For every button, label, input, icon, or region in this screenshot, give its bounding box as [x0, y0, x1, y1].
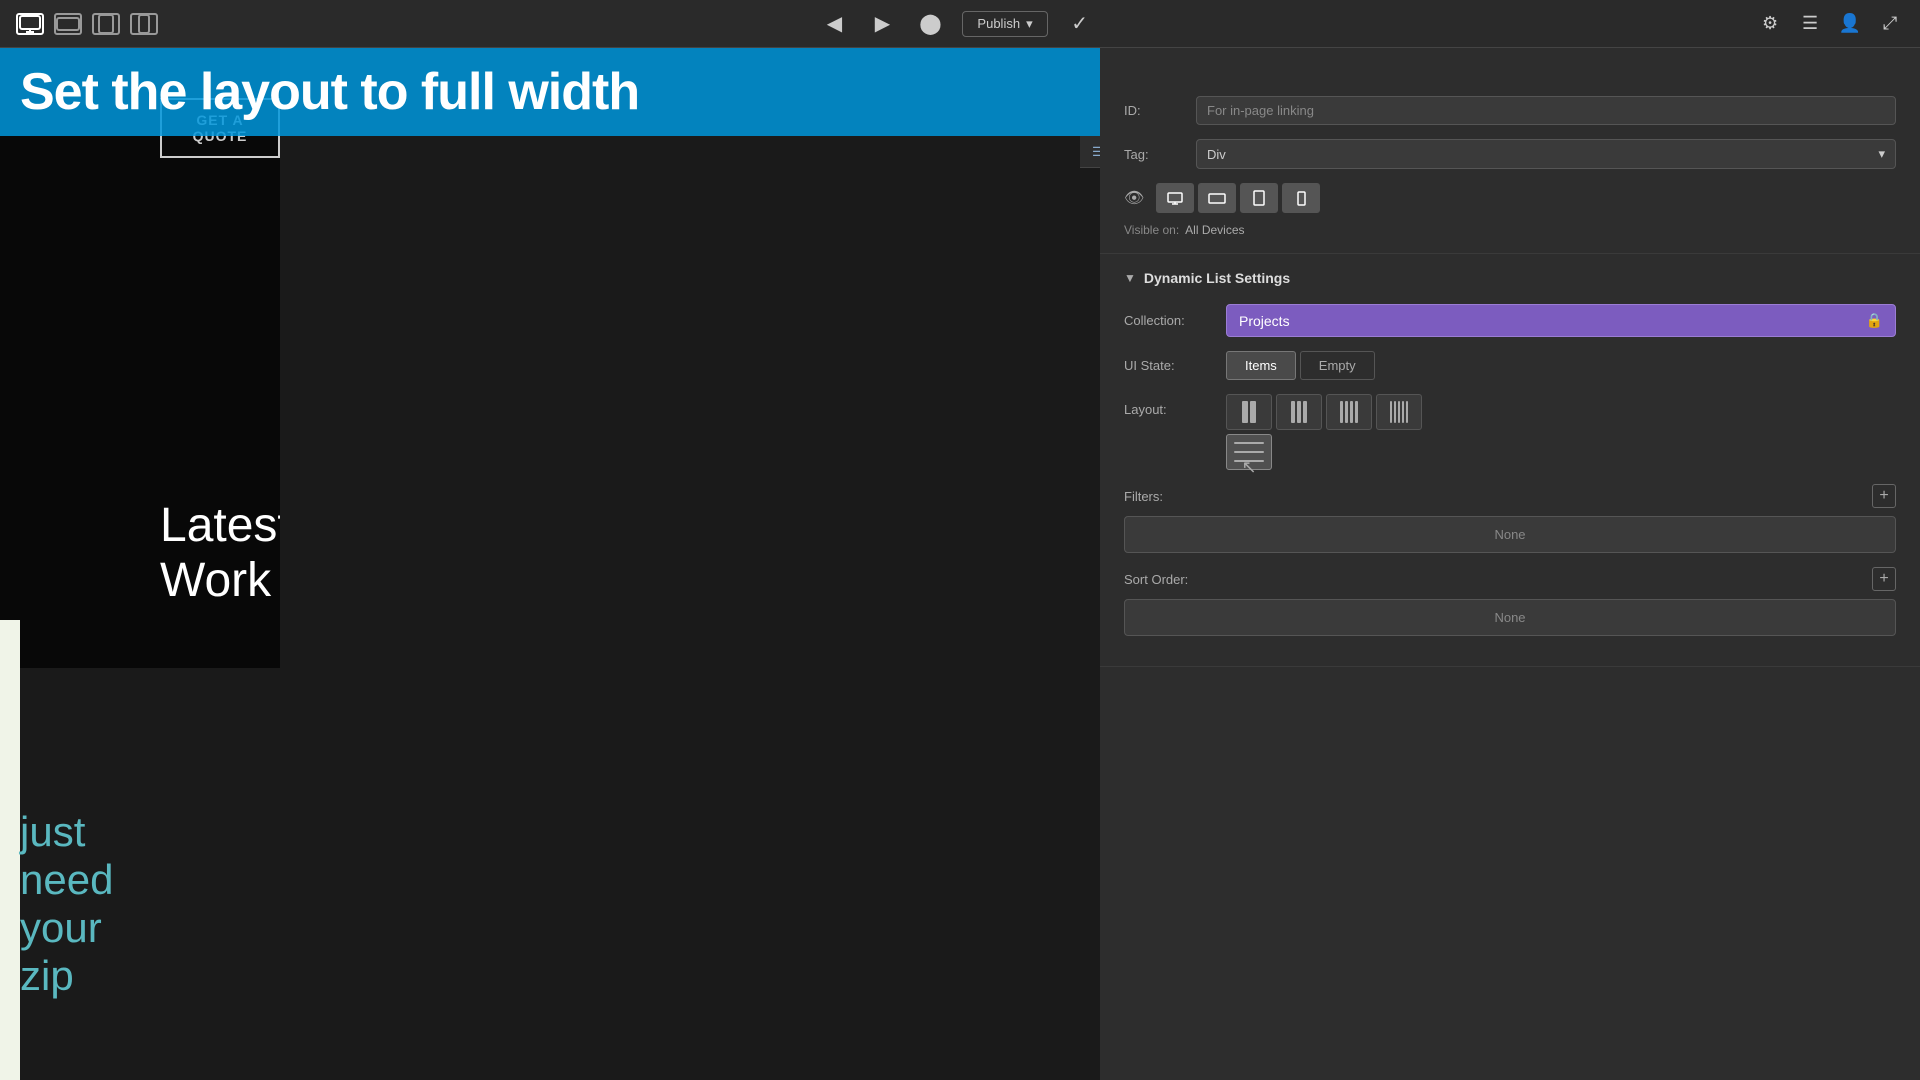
visibility-tablet-landscape-btn[interactable]: [1198, 183, 1236, 213]
main-area: Set the layout to full width GET A QUOTE…: [0, 48, 1920, 1080]
id-input[interactable]: [1196, 96, 1896, 125]
ui-state-items-button[interactable]: Items: [1226, 351, 1296, 380]
breadcrumb-bar: ☰ Dynamic List Wrapper Settings: [1080, 136, 1100, 168]
visibility-desktop-btn[interactable]: [1156, 183, 1194, 213]
breadcrumb-icon: ☰: [1092, 144, 1100, 160]
section-header: ▼ Dynamic List Settings: [1124, 270, 1896, 286]
canvas-content: GET A QUOTE Latest Work just need your z…: [0, 48, 280, 1080]
tag-label: Tag:: [1124, 147, 1184, 162]
eye-icon[interactable]: 👁: [1124, 188, 1144, 208]
visible-on-label: Visible on:: [1124, 223, 1179, 237]
right-panel: ID: Tag: Div ▾ 👁: [1100, 48, 1920, 1080]
layout-rows-button-wrapper: ↖: [1226, 434, 1272, 470]
filters-label: Filters:: [1124, 489, 1163, 504]
expand-icon[interactable]: ⤢: [1876, 10, 1904, 38]
sort-label: Sort Order:: [1124, 572, 1188, 587]
layout-5col-button[interactable]: [1376, 394, 1422, 430]
layout-top-buttons: [1226, 394, 1422, 430]
ui-state-buttons: Items Empty: [1226, 351, 1375, 380]
filters-header: Filters: +: [1124, 484, 1896, 508]
layout-rows-button[interactable]: [1226, 434, 1272, 470]
latest-work-text: Latest Work: [160, 498, 280, 608]
device-desktop-icon[interactable]: [16, 13, 44, 35]
panel-id-tag-section: ID: Tag: Div ▾ 👁: [1100, 80, 1920, 254]
layout-3col-button[interactable]: [1276, 394, 1322, 430]
visible-on-value: All Devices: [1185, 223, 1244, 237]
overlay-banner-text: Set the layout to full width: [20, 62, 639, 122]
visibility-mobile-btn[interactable]: [1282, 183, 1320, 213]
collection-label: Collection:: [1124, 313, 1214, 328]
visibility-row: 👁: [1124, 183, 1896, 213]
device-tablet-landscape-icon[interactable]: [54, 13, 82, 35]
ui-state-label: UI State:: [1124, 358, 1214, 373]
id-label: ID:: [1124, 103, 1184, 118]
collection-lock-icon: 🔒: [1866, 312, 1883, 329]
preview-button[interactable]: ⬤: [914, 8, 946, 40]
sort-row: Sort Order: + None: [1124, 567, 1896, 636]
collection-select[interactable]: Projects 🔒: [1226, 304, 1896, 337]
ui-state-row: UI State: Items Empty: [1124, 351, 1896, 380]
filters-none-text: None: [1494, 527, 1525, 542]
device-tablet-portrait-icon[interactable]: [92, 13, 120, 35]
sort-add-button[interactable]: +: [1872, 567, 1896, 591]
tag-arrow-icon: ▾: [1878, 146, 1885, 162]
zip-text: just need your zip: [20, 808, 113, 1000]
canvas-area: Set the layout to full width GET A QUOTE…: [0, 48, 1100, 1080]
publish-button[interactable]: Publish ▾: [962, 11, 1047, 37]
top-bar: ◀ ▶ ⬤ Publish ▾ ✓ ⚙ ☰ 👤 ⤢: [0, 0, 1920, 48]
menu-icon[interactable]: ☰: [1796, 10, 1824, 38]
sort-header: Sort Order: +: [1124, 567, 1896, 591]
device-icons-group: [16, 13, 158, 35]
user-icon[interactable]: 👤: [1836, 10, 1864, 38]
layout-bottom-buttons: ↖: [1226, 434, 1422, 470]
undo-button[interactable]: ◀: [818, 8, 850, 40]
layout-4col-button[interactable]: [1326, 394, 1372, 430]
tag-select[interactable]: Div ▾: [1196, 139, 1896, 169]
redo-button[interactable]: ▶: [866, 8, 898, 40]
filters-row: Filters: + None: [1124, 484, 1896, 553]
collection-row: Collection: Projects 🔒: [1124, 304, 1896, 337]
settings-icon[interactable]: ⚙: [1756, 10, 1784, 38]
visibility-tablet-portrait-btn[interactable]: [1240, 183, 1278, 213]
id-field-row: ID:: [1124, 96, 1896, 125]
publish-arrow-icon: ▾: [1026, 16, 1033, 32]
layout-grid: ↖: [1226, 394, 1422, 470]
device-visibility-buttons: [1156, 183, 1320, 213]
section-chevron-icon[interactable]: ▼: [1124, 271, 1136, 285]
device-mobile-icon[interactable]: [130, 13, 158, 35]
sort-none-box: None: [1124, 599, 1896, 636]
tag-field-row: Tag: Div ▾: [1124, 139, 1896, 169]
canvas-light-section: just need your zip: [0, 620, 20, 1080]
publish-label: Publish: [977, 16, 1020, 31]
tag-value: Div: [1207, 147, 1226, 162]
ui-state-empty-button[interactable]: Empty: [1300, 351, 1375, 380]
filters-none-box: None: [1124, 516, 1896, 553]
layout-label: Layout:: [1124, 394, 1214, 417]
canvas-dark-section: GET A QUOTE Latest Work: [0, 48, 280, 668]
section-title: Dynamic List Settings: [1144, 270, 1290, 286]
filters-add-button[interactable]: +: [1872, 484, 1896, 508]
checkmark-button[interactable]: ✓: [1064, 8, 1096, 40]
layout-2col-button[interactable]: [1226, 394, 1272, 430]
overlay-banner: Set the layout to full width: [0, 48, 1100, 136]
collection-value: Projects: [1239, 313, 1290, 329]
layout-row: Layout:: [1124, 394, 1896, 470]
top-bar-center: ◀ ▶ ⬤ Publish ▾ ✓: [818, 8, 1095, 40]
top-bar-right: ⚙ ☰ 👤 ⤢: [1756, 10, 1904, 38]
sort-none-text: None: [1494, 610, 1525, 625]
dynamic-list-settings-section: ▼ Dynamic List Settings Collection: Proj…: [1100, 254, 1920, 667]
